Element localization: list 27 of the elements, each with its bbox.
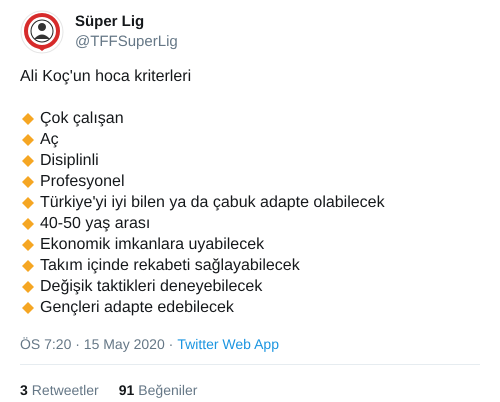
list-item: Gençleri adapte edebilecek xyxy=(40,298,234,318)
diamond-icon xyxy=(22,260,34,272)
diamond-icon xyxy=(22,218,34,230)
list-item: Değişik taktikleri deneyebilecek xyxy=(40,277,262,297)
stat-link[interactable]: 3 Retweetler xyxy=(20,380,99,401)
diamond-icon xyxy=(22,238,34,250)
diamond-icon xyxy=(22,112,34,124)
club-logo-icon xyxy=(20,10,64,54)
diamond-icon xyxy=(22,154,34,166)
stat-link[interactable]: 91 Beğeniler xyxy=(118,380,198,401)
list-item: Takım içinde rekabeti sağlayabilecek xyxy=(40,256,300,276)
diamond-icon xyxy=(22,176,34,188)
timestamp: ÖS 7:20 · 15 May 2020 · xyxy=(20,335,174,354)
author-name[interactable]: Süper Lig xyxy=(75,12,178,32)
diamond-icon xyxy=(22,134,34,146)
list-item: Disiplinli xyxy=(40,151,99,171)
tweet-text: Ali Koç'un hoca kriterleri xyxy=(20,67,192,87)
list-item: Profesyonel xyxy=(40,172,124,192)
list-item: Aç xyxy=(40,130,59,150)
list-item: Ekonomik imkanlara uyabilecek xyxy=(40,235,264,255)
list-item: Çok çalışan xyxy=(40,109,124,129)
diamond-icon xyxy=(22,302,34,314)
diamond-icon xyxy=(22,196,34,208)
list-item: Türkiye'yi iyi bilen ya da çabuk adapte olabilecek xyxy=(40,193,385,213)
diamond-icon xyxy=(22,280,34,292)
author-handle[interactable]: @TFFSuperLig xyxy=(75,32,178,52)
list-item: 40-50 yaş arası xyxy=(40,214,150,234)
